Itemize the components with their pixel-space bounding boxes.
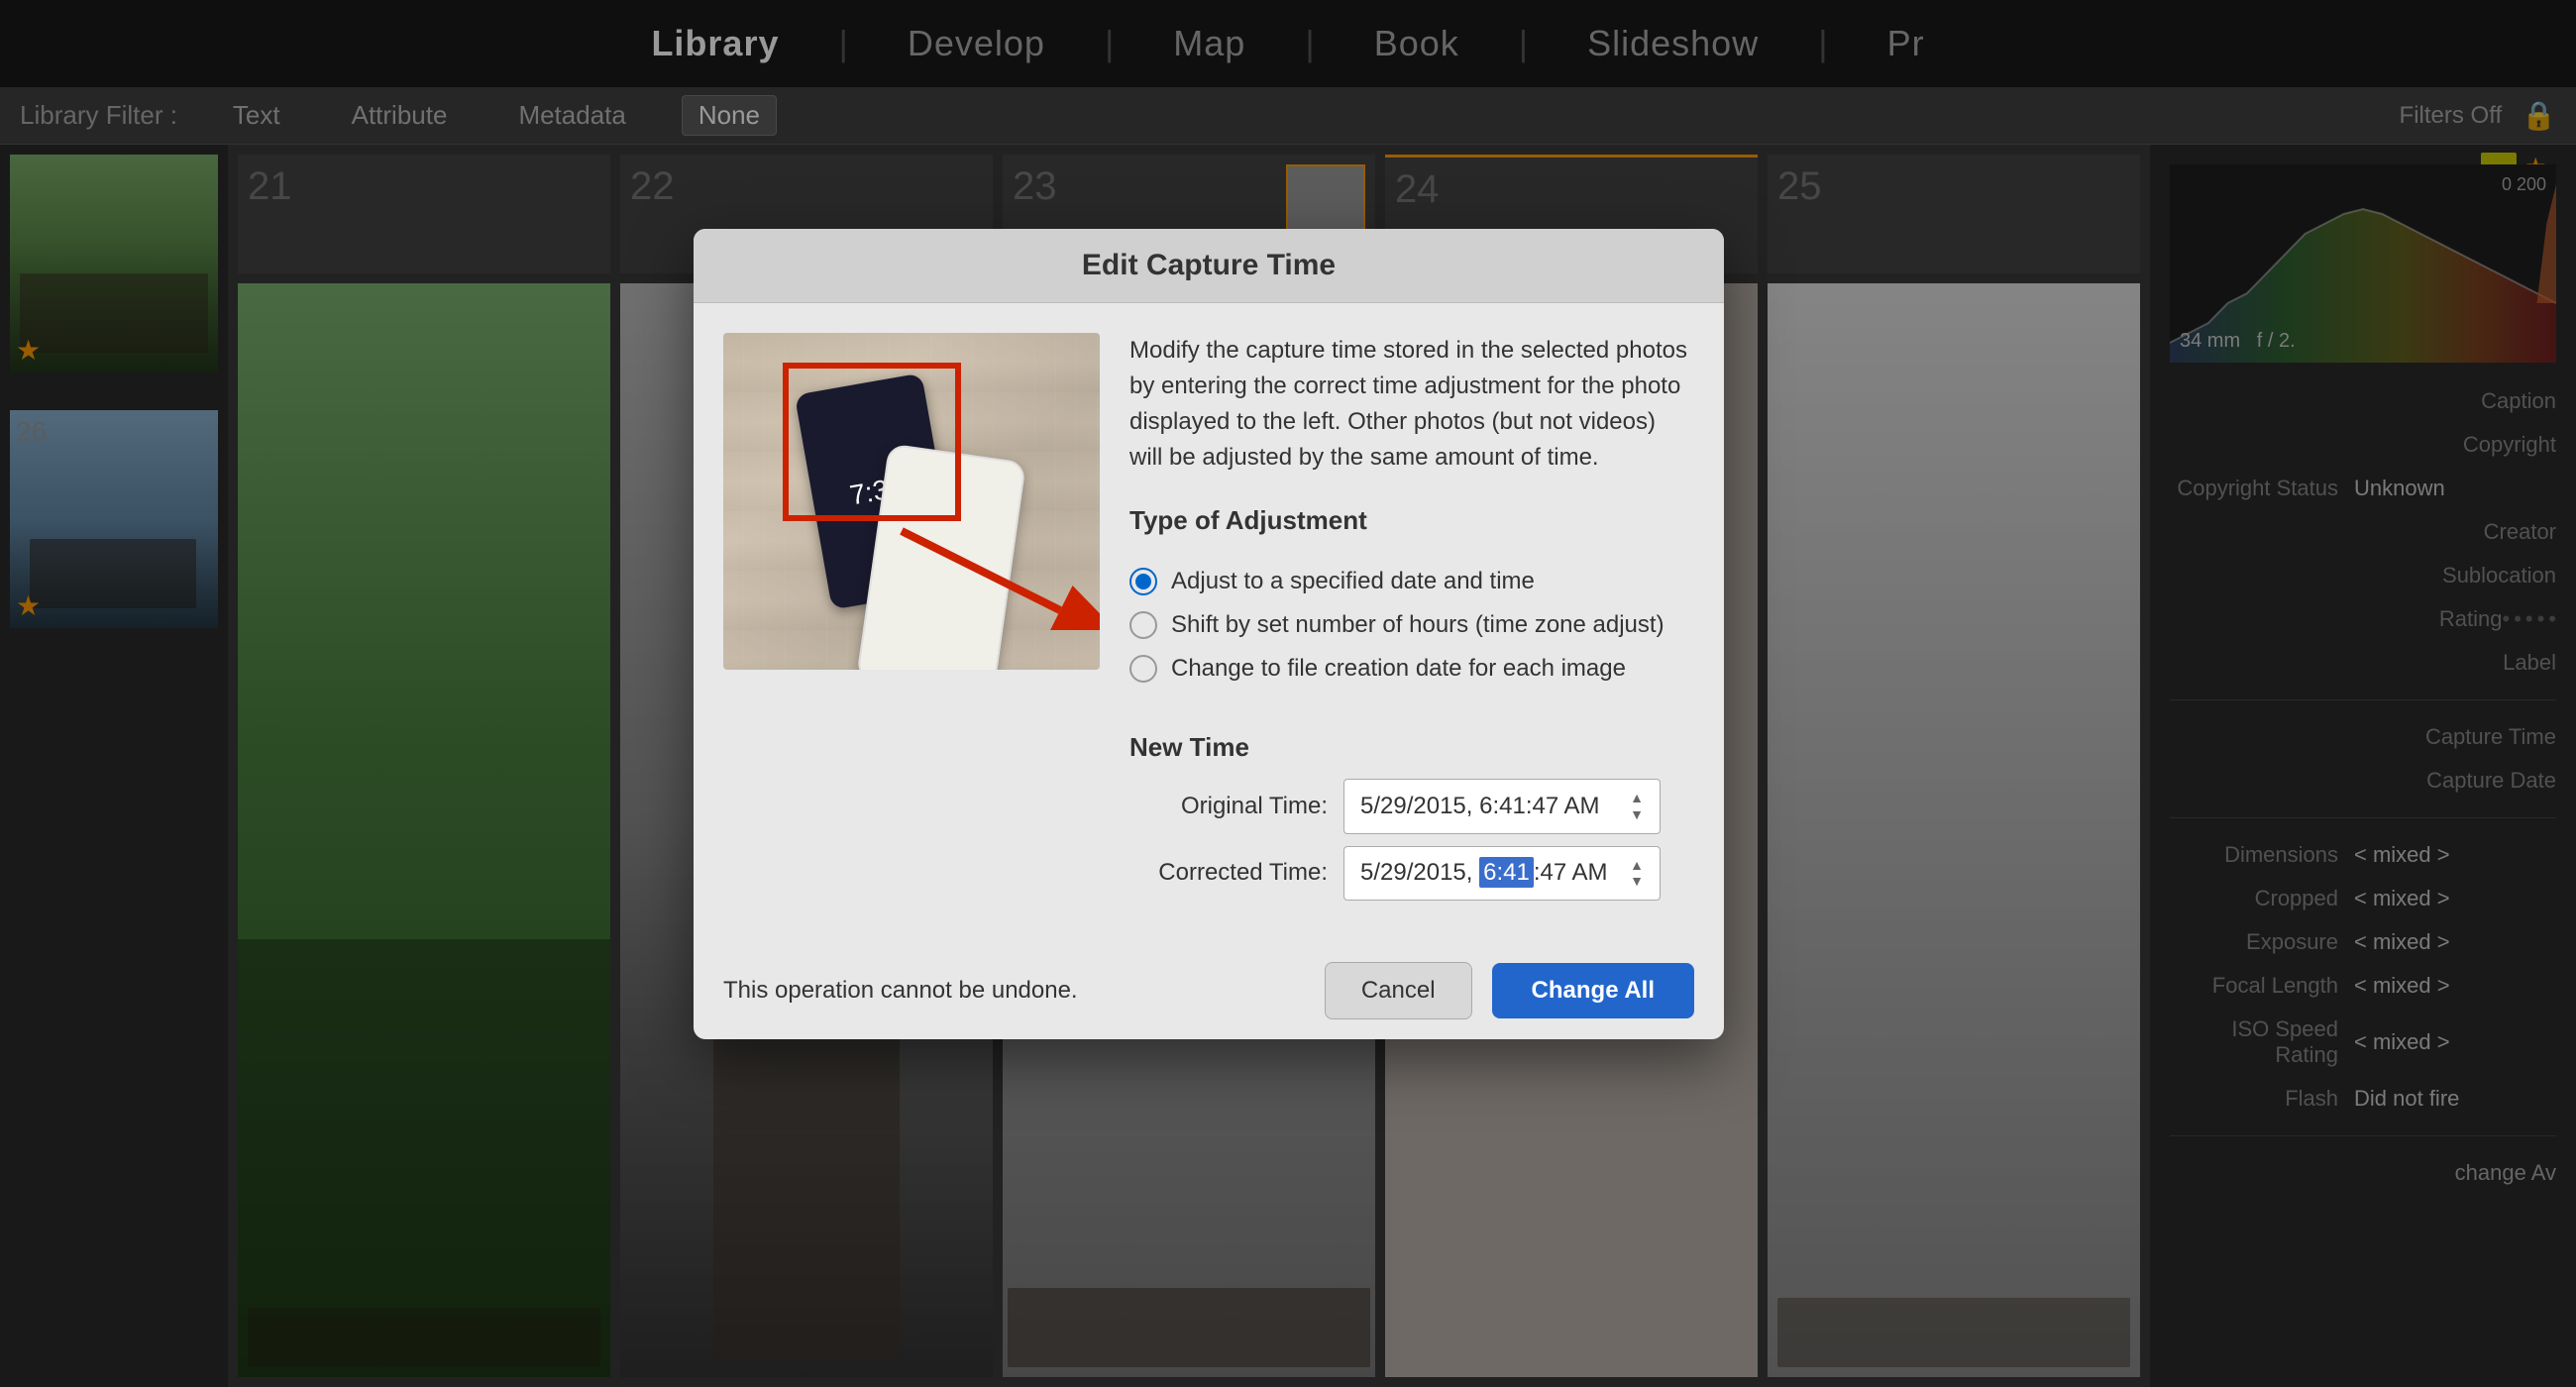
dialog-options-section: Modify the capture time stored in the se… [1129,333,1694,912]
corrected-time-row: Corrected Time: 5/29/2015, 6:41:47 AM ▲ … [1129,846,1694,902]
new-time-section: New Time Original Time: 5/29/2015, 6:41:… [1129,732,1694,912]
corrected-time-label: Corrected Time: [1129,859,1328,887]
dialog-title: Edit Capture Time [694,229,1724,303]
original-time-input[interactable]: 5/29/2015, 6:41:47 AM ▲ ▼ [1343,779,1661,834]
corrected-time-suffix: :47 AM [1534,859,1608,886]
dialog-photo-preview: 7:38 [723,333,1100,670]
corrected-time-value: 5/29/2015, 6:41:47 AM [1360,859,1626,887]
corrected-time-prefix: 5/29/2015, [1360,859,1479,886]
original-time-stepper[interactable]: ▲ ▼ [1630,790,1644,823]
original-time-row: Original Time: 5/29/2015, 6:41:47 AM ▲ ▼ [1129,779,1694,834]
radio-inner-1 [1135,574,1151,589]
change-all-button[interactable]: Change All [1492,963,1694,1018]
undone-text: This operation cannot be undone. [723,977,1305,1005]
red-selection-box [783,363,961,521]
corrected-time-highlight[interactable]: 6:41 [1479,857,1534,888]
radio-circle-3 [1129,655,1157,683]
edit-capture-time-dialog: Edit Capture Time 7:38 [694,229,1724,1039]
radio-group: Adjust to a specified date and time Shif… [1129,568,1694,683]
original-time-label: Original Time: [1129,793,1328,820]
cancel-button[interactable]: Cancel [1325,962,1472,1019]
type-of-adjustment-title: Type of Adjustment [1129,505,1694,536]
dialog-body: 7:38 [694,303,1724,942]
corrected-time-input[interactable]: 5/29/2015, 6:41:47 AM ▲ ▼ [1343,846,1661,902]
dialog-description: Modify the capture time stored in the se… [1129,333,1694,476]
radio-shift-hours[interactable]: Shift by set number of hours (time zone … [1129,611,1694,639]
red-arrow-svg [882,511,1100,630]
radio-label-2: Shift by set number of hours (time zone … [1171,611,1664,639]
stepper-up[interactable]: ▲ [1630,790,1644,806]
radio-label-1: Adjust to a specified date and time [1171,568,1535,595]
original-time-value: 5/29/2015, 6:41:47 AM [1360,793,1626,820]
radio-adjust-specified[interactable]: Adjust to a specified date and time [1129,568,1694,595]
new-time-title: New Time [1129,732,1694,763]
dialog-footer: This operation cannot be undone. Cancel … [694,942,1724,1039]
dialog-photo-section: 7:38 [723,333,1100,912]
radio-circle-2 [1129,611,1157,639]
dialog-overlay: Edit Capture Time 7:38 [0,0,2576,1387]
radio-file-creation[interactable]: Change to file creation date for each im… [1129,655,1694,683]
stepper-down[interactable]: ▼ [1630,806,1644,823]
corrected-stepper-up[interactable]: ▲ [1630,857,1644,874]
radio-label-3: Change to file creation date for each im… [1171,655,1626,683]
corrected-stepper-down[interactable]: ▼ [1630,873,1644,890]
radio-circle-1 [1129,568,1157,595]
corrected-time-stepper[interactable]: ▲ ▼ [1630,857,1644,891]
